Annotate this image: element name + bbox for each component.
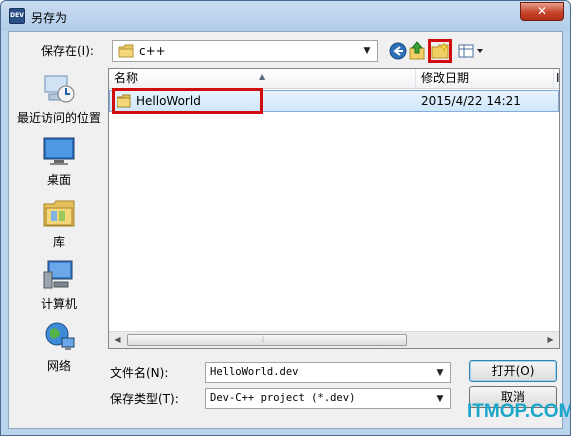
new-folder-button[interactable] — [428, 39, 452, 63]
scroll-right-icon[interactable]: ▶ — [542, 332, 559, 348]
chevron-down-icon[interactable]: ▼ — [359, 43, 375, 59]
place-label: 桌面 — [46, 173, 71, 187]
folder-icon — [118, 44, 134, 58]
close-button[interactable]: ✕ — [520, 2, 564, 21]
watermark: ITMOP.COM — [467, 401, 571, 422]
file-list[interactable]: 名称 ▲ 修改日期 I HelloWorld 2015/4/22 14:21 ◀… — [108, 68, 560, 349]
network-icon — [42, 320, 76, 354]
dialog-title: 另存为 — [31, 11, 68, 25]
place-label: 网络 — [46, 359, 71, 373]
recent-places-icon — [42, 72, 76, 106]
places-bar: 最近访问的位置 桌面 库 计算机 网络 — [11, 68, 107, 373]
filename-value: HelloWorld.dev — [210, 366, 299, 378]
column-header-name[interactable]: 名称 ▲ — [109, 69, 416, 89]
scroll-left-icon[interactable]: ◀ — [109, 332, 126, 348]
horizontal-scrollbar[interactable]: ◀ ⦙ ▶ — [109, 331, 559, 348]
chevron-down-icon[interactable]: ▼ — [432, 391, 448, 407]
save-in-label: 保存在(I): — [41, 44, 94, 58]
column-type-label: I — [556, 71, 560, 85]
back-button[interactable] — [386, 39, 410, 63]
save-as-dialog: DEV 另存为 ✕ 保存在(I): c++ ▼ 最近访问的位置 桌面 库 计算机… — [0, 0, 571, 436]
column-date-label: 修改日期 — [421, 71, 470, 85]
filetype-select[interactable]: Dev-C++ project (*.dev) ▼ — [205, 388, 451, 409]
view-menu-icon — [458, 44, 483, 58]
computer-icon — [42, 258, 76, 292]
title-bar[interactable]: DEV 另存为 ✕ — [1, 1, 570, 31]
place-desktop[interactable]: 桌面 — [11, 134, 107, 188]
open-button[interactable]: 打开(O) — [469, 360, 557, 382]
sort-ascending-icon: ▲ — [259, 72, 266, 81]
filename-input[interactable]: HelloWorld.dev ▼ — [205, 362, 451, 383]
place-recent[interactable]: 最近访问的位置 — [11, 72, 107, 126]
file-date: 2015/4/22 14:21 — [421, 94, 521, 108]
place-computer[interactable]: 计算机 — [11, 258, 107, 312]
place-label: 最近访问的位置 — [16, 111, 101, 125]
column-header-date[interactable]: 修改日期 — [416, 69, 554, 89]
desktop-icon — [42, 134, 76, 168]
list-item[interactable]: HelloWorld 2015/4/22 14:21 — [109, 88, 559, 114]
place-label: 计算机 — [40, 297, 77, 311]
grip-icon: ⦙ — [262, 335, 265, 345]
filetype-value: Dev-C++ project (*.dev) — [210, 392, 356, 404]
libraries-icon — [42, 196, 76, 230]
back-arrow-icon — [389, 42, 407, 60]
new-folder-icon — [431, 42, 449, 59]
filename-label: 文件名(N): — [110, 366, 169, 380]
place-libraries[interactable]: 库 — [11, 196, 107, 250]
place-label: 库 — [52, 235, 65, 249]
column-name-label: 名称 — [114, 71, 139, 85]
column-header-type[interactable]: I — [554, 69, 564, 89]
dev-cpp-app-icon: DEV — [9, 8, 25, 24]
view-menu-button[interactable] — [456, 39, 486, 63]
save-in-dropdown[interactable]: c++ ▼ — [112, 40, 378, 62]
highlight-box — [112, 88, 263, 114]
save-in-value: c++ — [139, 44, 166, 58]
list-header: 名称 ▲ 修改日期 I — [109, 69, 560, 89]
dialog-body: 保存在(I): c++ ▼ 最近访问的位置 桌面 库 计算机 网络 名称 ▲ 修… — [8, 31, 563, 429]
chevron-down-icon[interactable]: ▼ — [432, 365, 448, 381]
scroll-thumb[interactable]: ⦙ — [127, 334, 407, 346]
place-network[interactable]: 网络 — [11, 320, 107, 374]
filetype-label: 保存类型(T): — [110, 392, 179, 406]
up-folder-icon — [409, 41, 425, 60]
